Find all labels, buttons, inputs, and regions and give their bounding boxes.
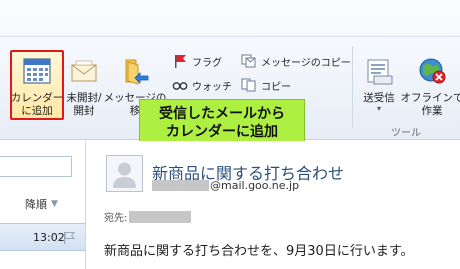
flag-button[interactable]: フラグ: [172, 53, 222, 69]
envelope-icon: [69, 56, 99, 86]
to-label: 宛先:: [104, 213, 128, 224]
offline-globe-icon: [417, 56, 447, 86]
work-offline-label: オフラインで 作業: [400, 92, 460, 117]
mark-unread-read-button[interactable]: 未開封/ 開封: [64, 56, 104, 118]
copy-message-icon: [241, 54, 257, 68]
watch-label: ウォッチ: [192, 81, 232, 93]
calendar-icon: [22, 56, 52, 86]
annotation-callout: 受信したメールから カレンダーに追加: [139, 99, 305, 146]
work-offline-button[interactable]: オフラインで 作業: [400, 56, 460, 118]
callout-line-1: 受信したメールから: [159, 105, 285, 122]
watch-button[interactable]: ウォッチ: [172, 77, 232, 93]
redacted-sender-name: [152, 180, 209, 191]
message-body: 新商品に関する打ち合わせを、9月30日に行います。: [104, 244, 414, 259]
copy-message-label: メッセージのコピー: [261, 57, 351, 69]
glasses-icon: [172, 78, 188, 92]
flag-outline-icon[interactable]: [62, 230, 76, 244]
copy-label: コピー: [261, 81, 291, 93]
message-list-item[interactable]: 13:02: [0, 223, 85, 251]
tools-group-label: ツール: [391, 128, 421, 139]
folder-arrow-icon: [120, 56, 150, 86]
redacted-recipient: [129, 210, 192, 223]
sort-down-arrow-icon: ▼: [51, 199, 58, 209]
add-to-calendar-label: カレンダー に追加: [10, 92, 64, 117]
flag-label: フラグ: [192, 57, 222, 69]
copy-icon: [241, 78, 257, 92]
ribbon-group-separator: [352, 46, 353, 128]
person-icon: [113, 162, 136, 188]
sender-avatar: [106, 155, 143, 192]
recipient-line: 宛先:: [104, 209, 192, 224]
sort-order-label: 降順: [25, 198, 47, 211]
sender-domain: @mail.goo.ne.jp: [210, 179, 300, 192]
copy-message-button[interactable]: メッセージのコピー: [241, 53, 351, 69]
search-input[interactable]: [0, 156, 72, 177]
add-to-calendar-button[interactable]: カレンダー に追加: [10, 50, 64, 120]
sender-address: @mail.goo.ne.jp: [152, 179, 299, 192]
ribbon-divider: [0, 36, 460, 37]
flag-icon: [172, 54, 188, 68]
sort-order-toggle[interactable]: 降順 ▼: [25, 196, 58, 212]
send-receive-icon: [364, 56, 394, 86]
callout-line-2: カレンダーに追加: [166, 123, 278, 140]
dropdown-arrow-icon[interactable]: ▾: [377, 105, 381, 113]
copy-button[interactable]: コピー: [241, 77, 291, 93]
mark-unread-read-label: 未開封/ 開封: [66, 92, 102, 117]
message-time: 13:02: [33, 231, 65, 244]
send-receive-button[interactable]: 送受信 ▾: [358, 56, 400, 113]
